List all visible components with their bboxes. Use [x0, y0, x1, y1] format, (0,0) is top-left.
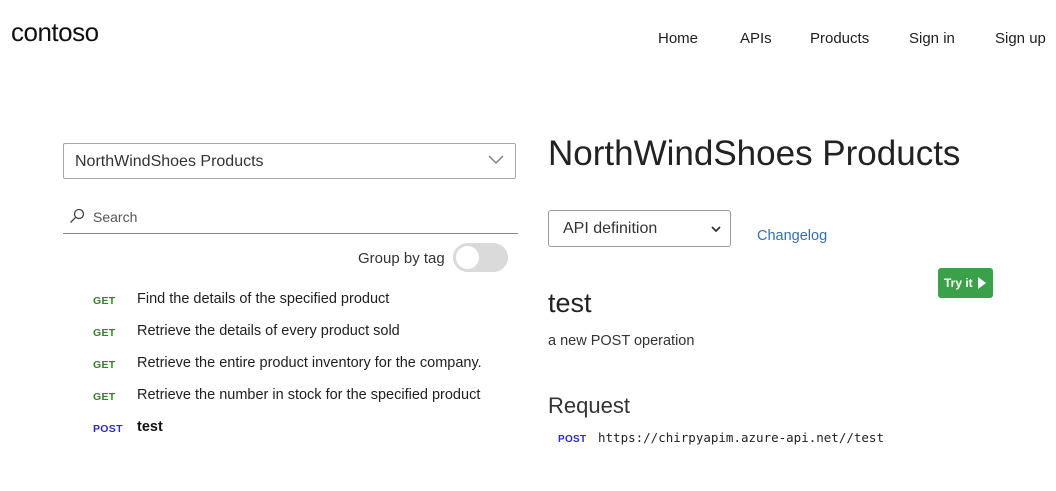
definition-select-value: API definition	[563, 220, 658, 237]
nav-apis[interactable]: APIs	[740, 30, 772, 47]
nav-sign-in[interactable]: Sign in	[909, 30, 955, 47]
nav-products[interactable]: Products	[810, 30, 869, 47]
operation-description: a new POST operation	[548, 333, 695, 349]
request-heading: Request	[548, 393, 630, 418]
api-select-value: NorthWindShoes Products	[75, 153, 264, 170]
try-it-label: Try it	[944, 276, 973, 290]
definition-select[interactable]: API definition	[548, 210, 731, 247]
operation-name: test	[137, 419, 163, 435]
request-url: https://chirpyapim.azure-api.net//test	[598, 430, 884, 445]
nav-sign-up[interactable]: Sign up	[995, 30, 1046, 47]
api-title: NorthWindShoes Products	[548, 134, 961, 173]
operation-name: Retrieve the entire product inventory fo…	[137, 355, 482, 371]
operation-method-badge: GET	[93, 327, 116, 339]
group-by-tag-label: Group by tag	[358, 250, 445, 267]
operation-name: Retrieve the details of every product so…	[137, 323, 400, 339]
chevron-down-icon	[711, 226, 721, 233]
group-by-tag-toggle[interactable]	[453, 243, 508, 272]
play-icon	[978, 277, 986, 289]
operation-method-badge: GET	[93, 295, 116, 307]
operation-name: Find the details of the specified produc…	[137, 291, 390, 307]
api-select-dropdown[interactable]: NorthWindShoes Products	[63, 143, 516, 179]
changelog-link[interactable]: Changelog	[757, 228, 827, 244]
request-method-badge: POST	[558, 434, 587, 445]
nav-home[interactable]: Home	[658, 30, 698, 47]
top-nav: Home APIs Products Sign in Sign up	[0, 30, 1056, 50]
operation-method-badge: POST	[93, 423, 123, 435]
operation-search	[63, 204, 518, 234]
chevron-down-icon	[488, 155, 504, 164]
try-it-button[interactable]: Try it	[938, 268, 993, 298]
operation-name: Retrieve the number in stock for the spe…	[137, 387, 481, 403]
search-icon	[70, 208, 85, 223]
toggle-knob	[456, 246, 479, 269]
operation-method-badge: GET	[93, 359, 116, 371]
search-input[interactable]	[93, 206, 493, 228]
operation-title: test	[548, 288, 592, 318]
operation-method-badge: GET	[93, 391, 116, 403]
